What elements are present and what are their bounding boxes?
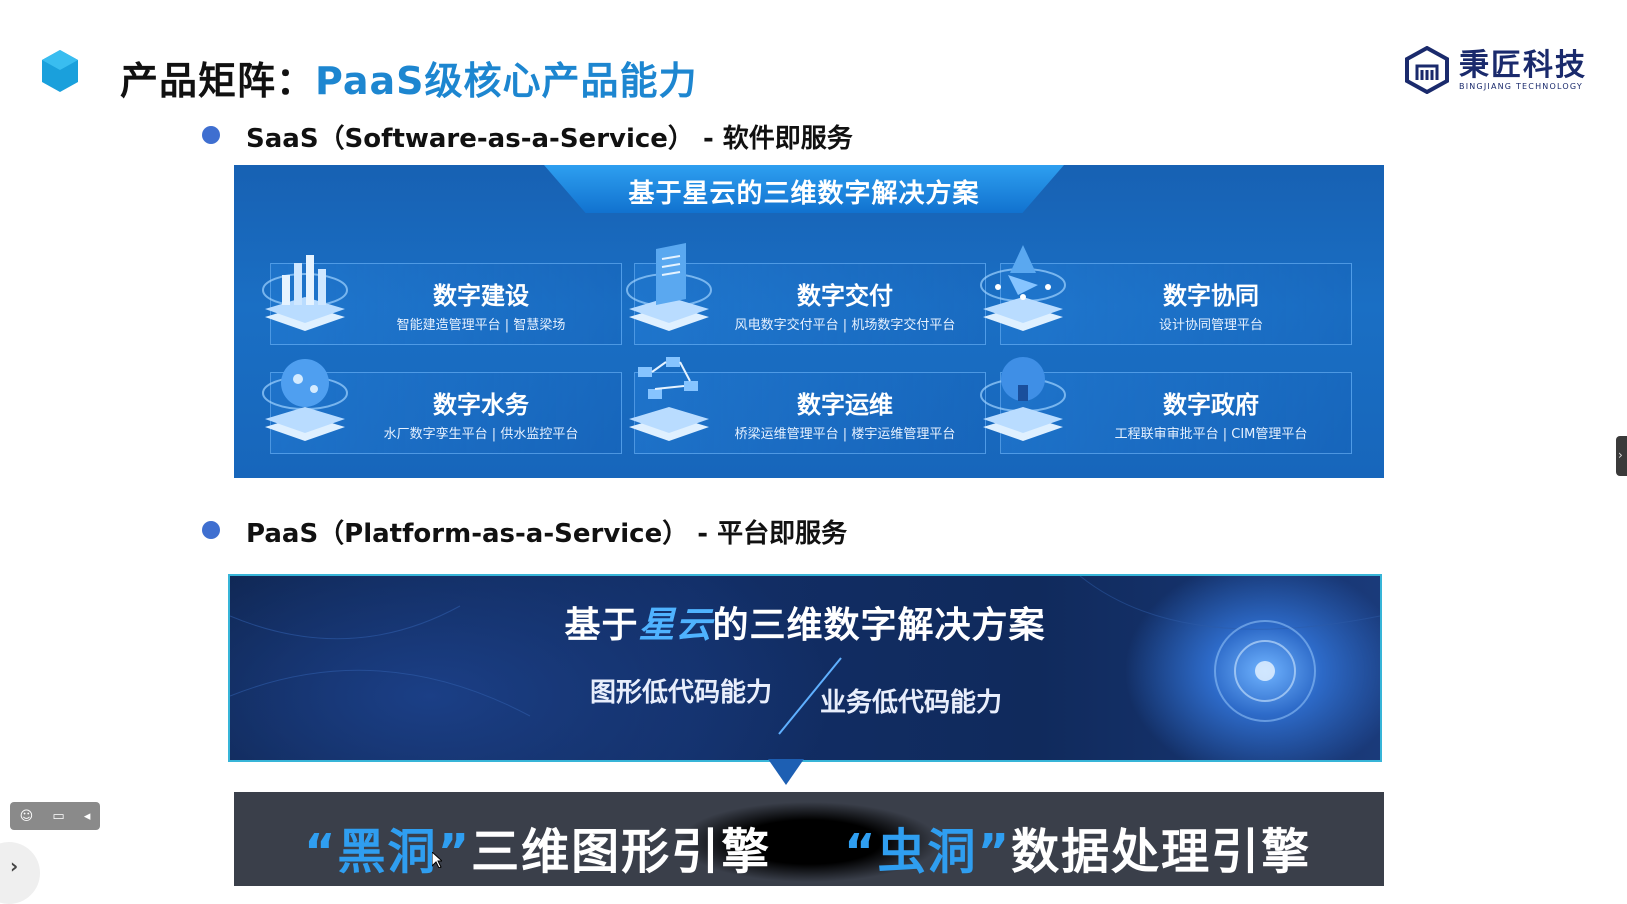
paas-heading: PaaS（Platform-as-a-Service） - 平台即服务 [246, 519, 848, 549]
graphic-lowcode-capability: 图形低代码能力 [590, 678, 773, 708]
smile-icon[interactable]: ☺ [20, 809, 34, 824]
collapse-left-icon[interactable]: ◂ [84, 809, 91, 824]
quote-open: “ [844, 824, 878, 880]
comment-icon[interactable]: ▭ [52, 809, 64, 824]
wormhole-engine-title: “虫洞”数据处理引擎 [844, 812, 1311, 882]
down-arrow-icon [768, 759, 804, 785]
quote-close: ” [977, 824, 1012, 880]
blackhole-name: 黑洞 [337, 824, 438, 880]
engine-panel: “黑洞”三维图形引擎 “虫洞”数据处理引擎 [234, 792, 1384, 886]
wormhole-name: 虫洞 [877, 824, 978, 880]
chevron-right-icon: › [10, 854, 19, 878]
saas-banner-text: 基于星云的三维数字解决方案 [628, 179, 980, 209]
quote-close: ” [437, 824, 472, 880]
document-cube-icon [626, 243, 712, 331]
paas-banner-title: 基于星云的三维数字解决方案 [230, 596, 1380, 648]
next-slide-button[interactable]: › [0, 842, 40, 904]
title-prefix: 产品矩阵： [120, 59, 316, 103]
company-mark-icon [1405, 46, 1449, 94]
paas-banner-highlight: 星云 [638, 605, 713, 646]
paas-banner-post: 的三维数字解决方案 [712, 605, 1046, 646]
saas-banner: 基于星云的三维数字解决方案 [544, 165, 1064, 213]
saas-heading: SaaS（Software-as-a-Service） - 软件即服务 [246, 124, 853, 154]
title-accent: PaaS级核心产品能力 [315, 59, 698, 103]
globe-cube-icon [262, 359, 348, 441]
side-panel-toggle[interactable]: › [1616, 436, 1627, 476]
wormhole-suffix: 数据处理引擎 [1011, 824, 1312, 880]
bullet-dot [202, 126, 220, 144]
mouse-cursor-icon [432, 852, 442, 868]
company-logo: 秉匠科技 BINGJIANG TECHNOLOGY [1405, 46, 1587, 94]
paas-banner-pre: 基于 [564, 605, 639, 646]
viewer-toolbar: ☺ ▭ ◂ [10, 802, 100, 830]
nodes-cube-icon [629, 357, 709, 441]
blackhole-engine-title: “黑洞”三维图形引擎 [304, 812, 771, 882]
network-cube-icon [980, 245, 1066, 331]
quote-open: “ [304, 824, 338, 880]
bar-chart-cube-icon [262, 255, 348, 331]
business-lowcode-capability: 业务低代码能力 [820, 688, 1003, 718]
page-title: 产品矩阵：PaaS级核心产品能力 [120, 50, 698, 105]
logo-name-cn: 秉匠科技 [1459, 47, 1587, 83]
paas-panel: 基于星云的三维数字解决方案 图形低代码能力 业务低代码能力 [228, 574, 1382, 762]
logo-name-en: BINGJIANG TECHNOLOGY [1459, 81, 1583, 91]
chevron-right-icon: › [1618, 448, 1623, 462]
saas-panel: 基于星云的三维数字解决方案 数字建设 智能建造管理平台 | 智慧梁场 数字交付 … [234, 165, 1384, 478]
building-cube-icon [980, 357, 1066, 441]
hexagon-logo-icon [42, 50, 78, 92]
blackhole-suffix: 三维图形引擎 [471, 824, 772, 880]
bullet-dot [202, 521, 220, 539]
